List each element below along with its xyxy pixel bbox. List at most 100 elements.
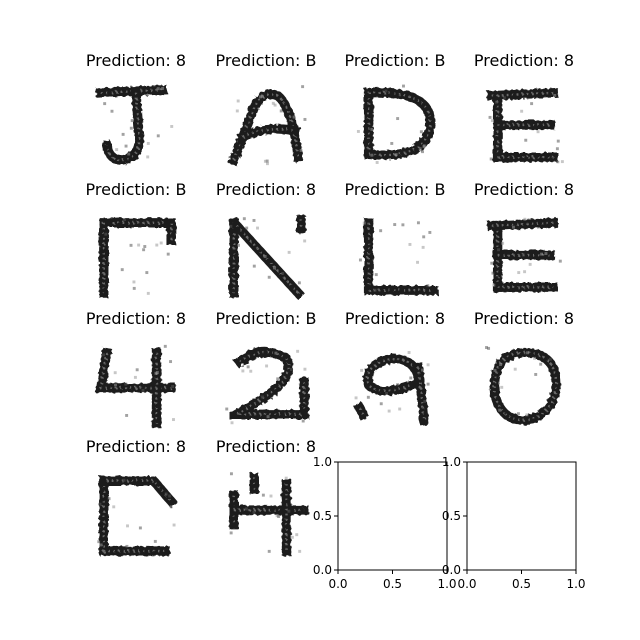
noise-pixel — [135, 368, 139, 372]
noise-pixel — [252, 264, 256, 268]
noise-pixel — [258, 95, 262, 99]
empty-axes-2: 0.0 0.5 1.0 0.0 0.5 1.0 — [437, 454, 591, 602]
noise-pixel — [155, 243, 159, 247]
noise-pixel — [276, 377, 280, 381]
noise-pixel — [281, 271, 285, 275]
noise-pixel — [553, 93, 557, 97]
noise-pixel — [237, 243, 240, 247]
noise-pixel — [295, 533, 299, 537]
noise-pixel — [501, 241, 505, 245]
y-tick-label: 0.5 — [442, 509, 461, 523]
noise-pixel — [266, 415, 270, 419]
noise-pixel — [374, 273, 378, 277]
noise-pixel — [263, 159, 267, 163]
noise-pixel — [172, 418, 175, 422]
noise-pixel — [521, 253, 525, 257]
noise-pixel — [516, 412, 520, 416]
prediction-image — [95, 214, 177, 298]
noise-pixel — [303, 239, 307, 243]
noise-pixel — [168, 494, 172, 498]
noise-pixel — [229, 531, 233, 535]
noise-pixel — [146, 155, 150, 159]
noise-pixel — [428, 230, 432, 234]
cell-title: Prediction: 8 — [473, 180, 575, 199]
cell-title: Prediction: B — [344, 51, 446, 70]
noise-pixel — [265, 364, 269, 368]
noise-pixel — [171, 385, 175, 388]
glyph-image-c — [97, 476, 178, 556]
noise-pixel — [401, 223, 405, 227]
noise-pixel — [416, 260, 420, 264]
noise-pixel — [407, 351, 411, 354]
noise-pixel — [539, 362, 543, 366]
glyph-stroke — [363, 87, 435, 160]
glyph-image-e — [486, 217, 562, 292]
noise-pixel — [267, 549, 271, 553]
noise-pixel — [142, 248, 146, 252]
noise-pixel — [366, 395, 370, 399]
noise-pixel — [409, 376, 413, 380]
noise-pixel — [556, 160, 560, 164]
noise-pixel — [511, 225, 515, 229]
noise-pixel — [297, 281, 301, 285]
noise-pixel — [121, 132, 125, 136]
cell-title: Prediction: 8 — [473, 309, 575, 328]
noise-pixel — [360, 368, 364, 372]
noise-pixel — [125, 544, 129, 548]
noise-pixel — [421, 368, 424, 372]
noise-pixel — [384, 89, 388, 93]
prediction-image — [95, 472, 178, 556]
noise-pixel — [161, 86, 165, 90]
noise-pixel — [273, 103, 277, 107]
noise-pixel — [524, 138, 528, 142]
noise-pixel — [169, 505, 173, 509]
noise-pixel — [556, 139, 560, 143]
glyph-image-h — [229, 472, 309, 556]
noise-pixel — [156, 134, 160, 138]
noise-pixel — [146, 291, 150, 295]
cell-title: Prediction: B — [85, 180, 187, 199]
prediction-image — [354, 84, 436, 166]
noise-pixel — [130, 119, 134, 123]
noise-pixel — [497, 248, 500, 252]
noise-pixel — [502, 96, 506, 100]
noise-pixel — [287, 250, 291, 254]
noise-pixel — [416, 221, 420, 225]
prediction-image — [95, 84, 177, 166]
noise-pixel — [110, 109, 114, 113]
noise-pixel — [269, 494, 273, 498]
noise-pixel — [120, 268, 124, 272]
prediction-image — [95, 344, 177, 428]
noise-pixel — [489, 157, 493, 161]
noise-pixel — [354, 396, 358, 400]
noise-pixel — [394, 153, 398, 157]
prediction-image — [354, 214, 438, 296]
glyph-stroke — [363, 353, 424, 396]
noise-pixel — [298, 549, 302, 553]
noise-pixel — [419, 130, 423, 134]
noise-pixel — [170, 125, 174, 128]
noise-pixel — [137, 243, 141, 247]
noise-pixel — [525, 413, 529, 417]
glyph-image-d — [356, 84, 435, 164]
noise-pixel — [548, 357, 552, 361]
noise-pixel — [373, 288, 377, 292]
noise-pixel — [267, 275, 271, 279]
noise-pixel — [422, 235, 426, 239]
noise-pixel — [143, 245, 147, 248]
noise-pixel — [159, 241, 163, 245]
noise-pixel — [113, 371, 117, 375]
noise-pixel — [358, 258, 362, 262]
noise-pixel — [398, 407, 402, 411]
noise-pixel — [426, 363, 430, 367]
noise-pixel — [544, 252, 548, 255]
noise-pixel — [127, 152, 131, 156]
noise-pixel — [558, 259, 562, 263]
noise-pixel — [163, 344, 167, 348]
noise-pixel — [156, 87, 160, 91]
cell-title: Prediction: 8 — [215, 180, 317, 199]
noise-pixel — [408, 242, 412, 246]
noise-pixel — [164, 492, 168, 496]
noise-pixel — [290, 535, 294, 539]
noise-pixel — [393, 223, 397, 227]
